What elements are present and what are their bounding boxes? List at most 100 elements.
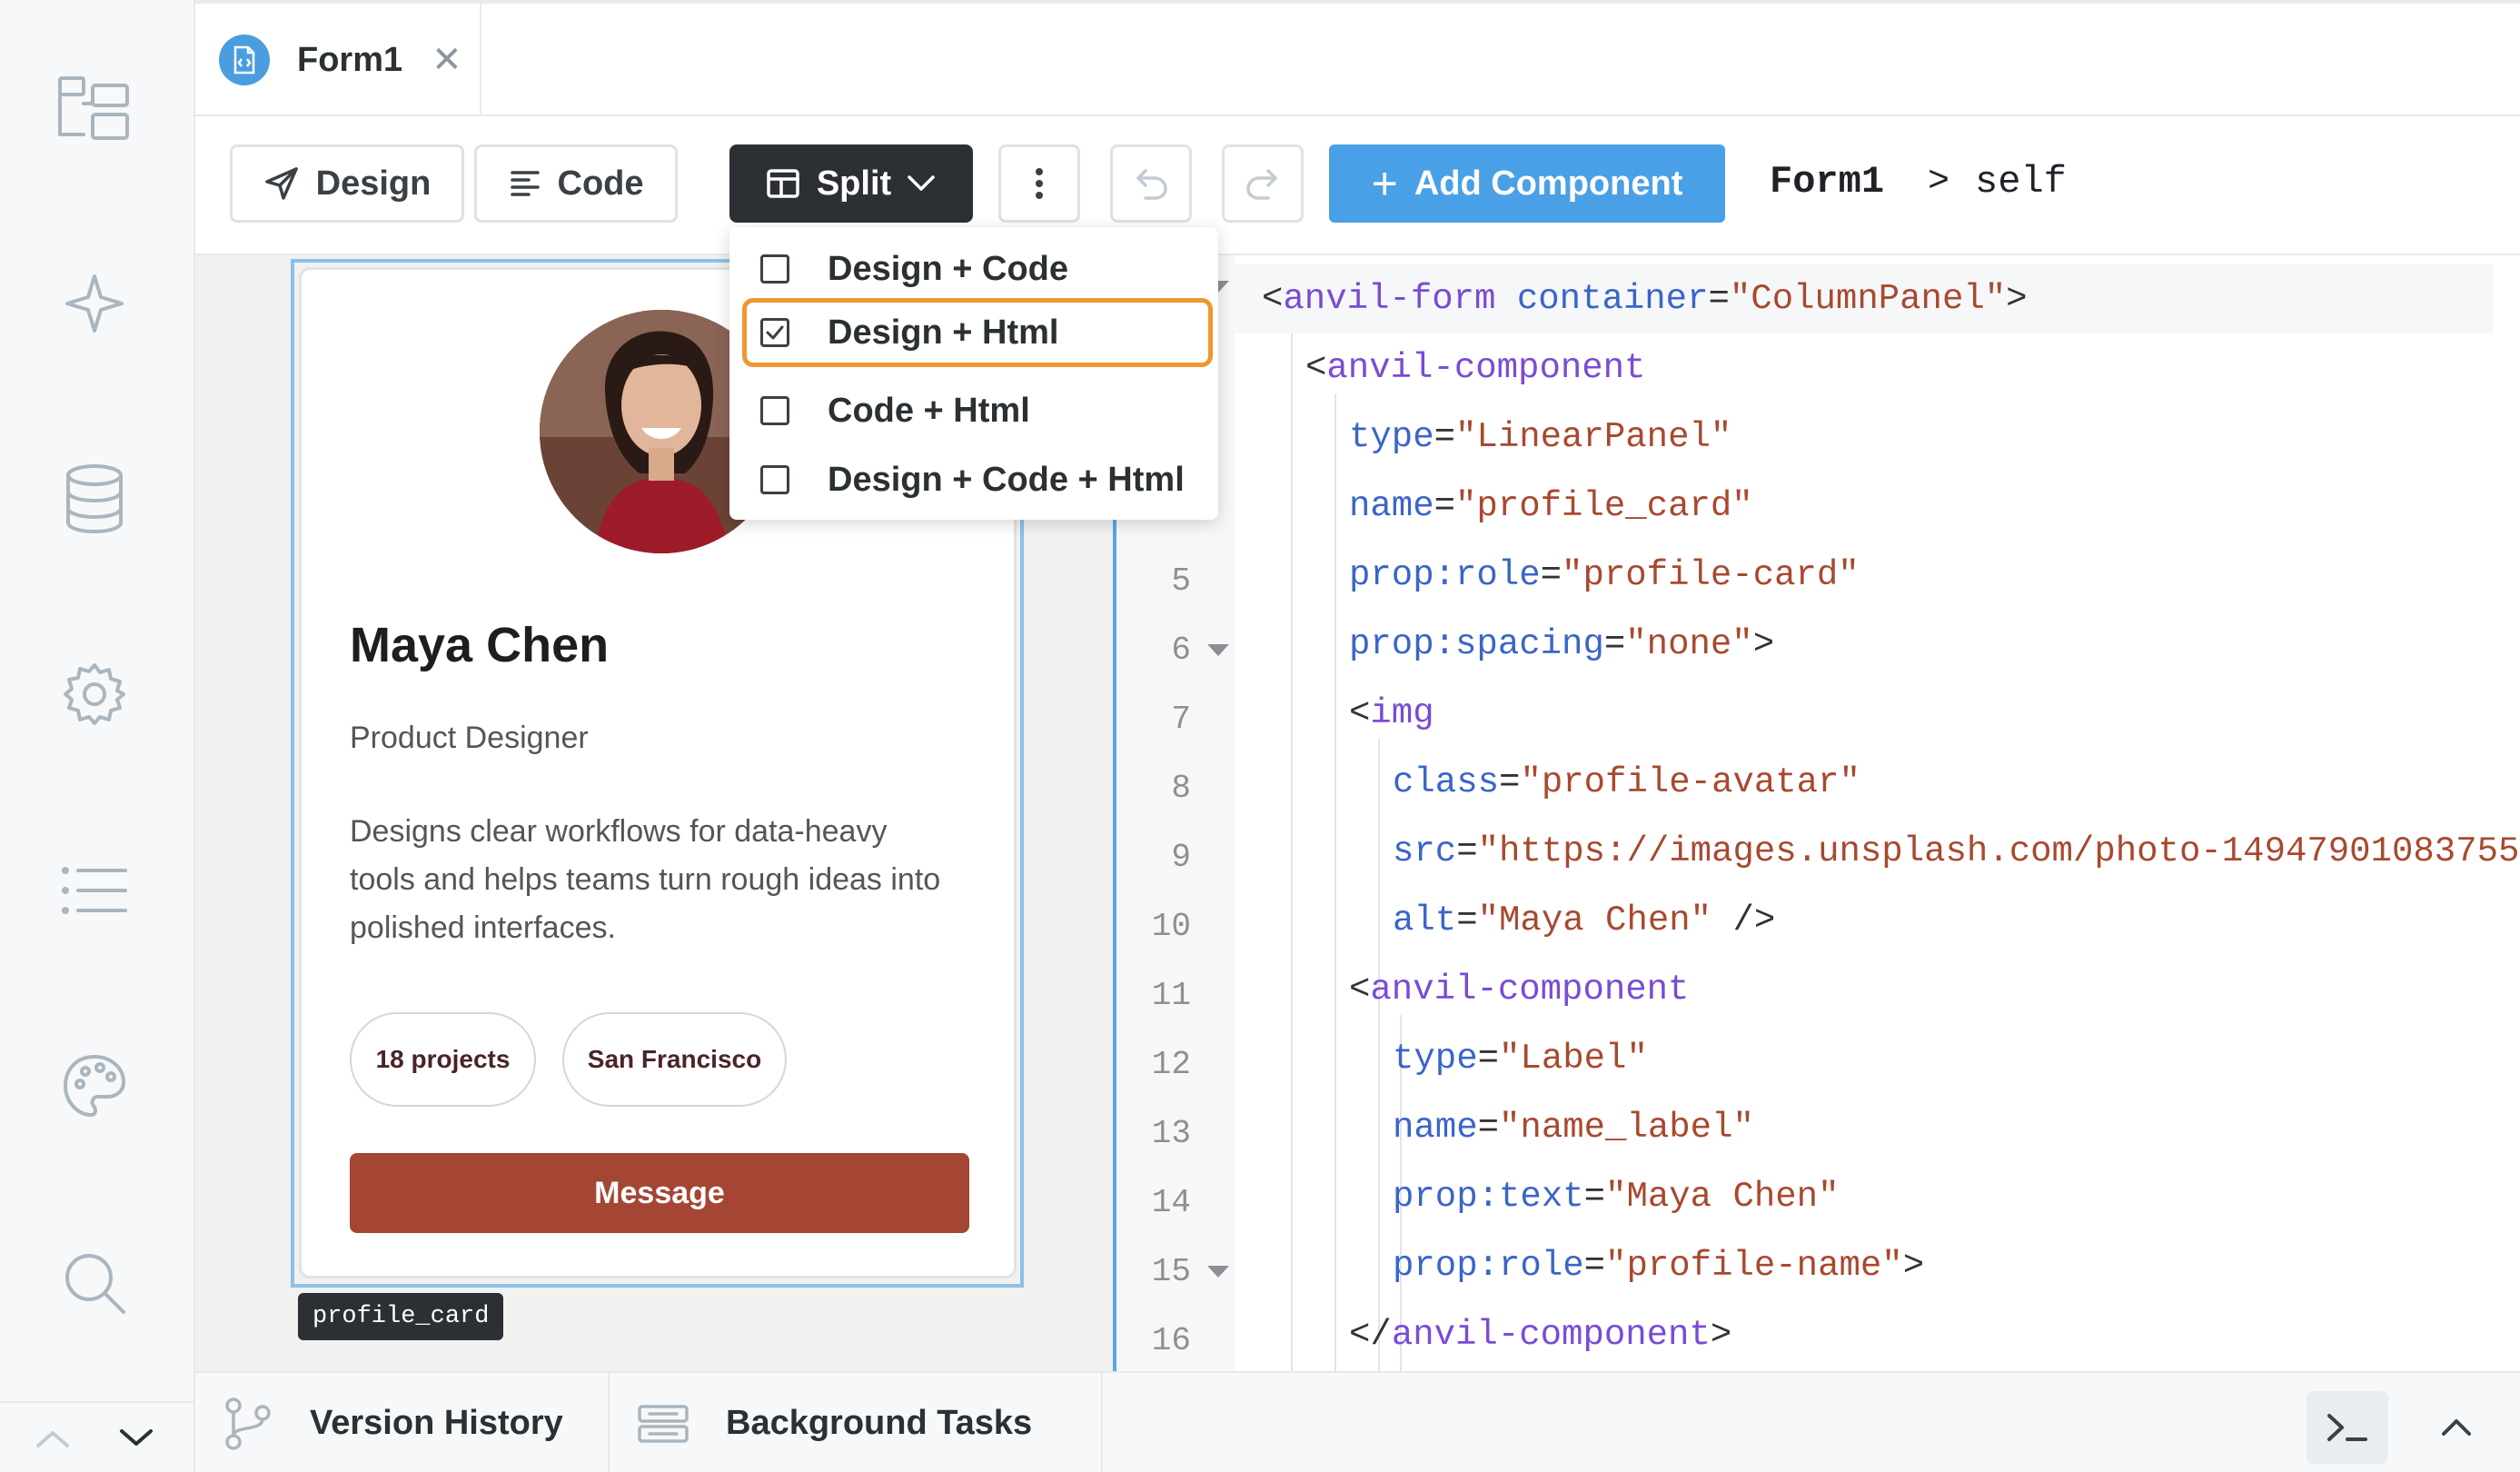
close-tab-icon[interactable]: ✕: [432, 39, 462, 81]
rail-footer: [0, 1401, 195, 1472]
search-icon[interactable]: [47, 1236, 142, 1330]
line-number: 13: [1151, 1114, 1191, 1152]
chevron-up-icon[interactable]: [25, 1416, 80, 1461]
menu-item-label: Code + Html: [828, 391, 1030, 430]
text-lines-icon: [510, 171, 540, 196]
breadcrumb-self[interactable]: self: [1975, 160, 2067, 204]
line-number: 11: [1151, 976, 1191, 1014]
background-tasks-tab[interactable]: Background Tasks: [610, 1373, 1103, 1472]
terminal-button[interactable]: [2307, 1391, 2388, 1464]
kebab-menu-icon: [1036, 168, 1043, 199]
checkbox[interactable]: [760, 465, 789, 494]
list-icon[interactable]: [47, 843, 142, 938]
chevron-down-icon: [908, 175, 935, 191]
tab-form1[interactable]: Form1 ✕: [195, 4, 481, 116]
code-line[interactable]: < anvil-form container = "ColumnPanel" >: [1235, 264, 2493, 333]
menu-item-label: Design + Code: [828, 249, 1068, 288]
background-tasks-label: Background Tasks: [726, 1404, 1033, 1442]
paper-plane-icon: [264, 167, 298, 200]
form-file-icon: [219, 35, 270, 85]
chevron-up-icon: [2442, 1419, 2471, 1436]
checkmark-icon: [766, 325, 784, 340]
code-line[interactable]: < img: [1235, 679, 1434, 748]
line-number: 5: [1171, 562, 1191, 600]
design-view-button[interactable]: Design: [230, 144, 464, 223]
app-structure-icon[interactable]: [47, 60, 142, 154]
breadcrumb: Form1 > self: [1770, 160, 2067, 204]
version-history-label: Version History: [310, 1404, 563, 1442]
undo-icon: [1136, 169, 1167, 200]
line-number: 9: [1171, 838, 1191, 876]
design-view-label: Design: [315, 164, 432, 203]
menu-item-design-code-html[interactable]: Design + Code + Html: [729, 445, 1218, 514]
code-line[interactable]: prop:spacing = "none" >: [1235, 610, 1774, 679]
tasks-stack-icon: [638, 1404, 689, 1443]
breadcrumb-form[interactable]: Form1: [1770, 160, 1884, 204]
expand-panel-button[interactable]: [2416, 1391, 2497, 1464]
line-number: 6: [1171, 631, 1191, 669]
editor-tab-bar: Form1 ✕: [195, 0, 2520, 116]
add-component-button[interactable]: + Add Component: [1329, 144, 1725, 223]
line-number: 12: [1151, 1045, 1191, 1083]
code-view-button[interactable]: Code: [474, 144, 678, 223]
breadcrumb-separator: >: [1928, 161, 1950, 203]
menu-item-code-html[interactable]: Code + Html: [729, 376, 1218, 445]
chevron-down-icon[interactable]: [109, 1416, 164, 1461]
undo-button[interactable]: [1110, 144, 1192, 223]
message-button[interactable]: Message: [350, 1153, 969, 1233]
split-view-button[interactable]: Split: [729, 144, 973, 223]
checkbox-checked[interactable]: [760, 318, 789, 347]
projects-chip: 18 projects: [350, 1012, 536, 1107]
line-number: 14: [1151, 1183, 1191, 1221]
git-branch-icon: [225, 1397, 271, 1450]
code-line[interactable]: < anvil-component: [1235, 333, 1645, 403]
html-code-editor[interactable]: < anvil-form container = "ColumnPanel" > < an…: [1235, 255, 2520, 1371]
redo-button[interactable]: [1222, 144, 1304, 223]
terminal-icon: [2327, 1414, 2367, 1441]
checkbox[interactable]: [760, 396, 789, 425]
line-number: 15: [1151, 1252, 1191, 1290]
code-line[interactable]: name = "profile_card": [1235, 472, 1753, 541]
add-component-label: Add Component: [1414, 164, 1683, 203]
fold-arrow-icon[interactable]: [1207, 1266, 1229, 1278]
database-icon[interactable]: [47, 452, 142, 546]
tab-label: Form1: [297, 40, 403, 79]
split-mode-menu: Design + Code Design + Html Code + Html …: [729, 227, 1218, 520]
line-number: 7: [1171, 700, 1191, 738]
fold-arrow-icon[interactable]: [1207, 644, 1229, 656]
code-line[interactable]: src = "https://images.unsplash.com/photo-1…: [1235, 817, 2520, 886]
settings-gear-icon[interactable]: [47, 647, 142, 741]
code-line[interactable]: prop:role = "profile-name" >: [1235, 1231, 1924, 1300]
menu-item-design-code[interactable]: Design + Code: [729, 234, 1218, 303]
checkbox[interactable]: [760, 254, 789, 283]
plus-icon: +: [1371, 158, 1398, 209]
more-options-button[interactable]: [998, 144, 1080, 223]
menu-item-label: Design + Html: [828, 313, 1059, 352]
code-view-label: Code: [557, 164, 644, 203]
redo-icon: [1246, 169, 1277, 200]
code-line[interactable]: </anvil-component >: [1235, 1300, 1731, 1369]
code-line[interactable]: prop:text = "Maya Chen": [1235, 1162, 1840, 1231]
menu-item-design-html[interactable]: Design + Html: [742, 298, 1213, 367]
line-number: 8: [1171, 769, 1191, 807]
palette-icon[interactable]: [47, 1039, 142, 1133]
code-line[interactable]: class = "profile-avatar": [1235, 748, 1860, 817]
version-history-tab[interactable]: Version History: [195, 1373, 610, 1472]
bottom-panel-bar: Version History Background Tasks: [195, 1371, 2520, 1472]
sparkle-icon[interactable]: [47, 256, 142, 351]
profile-role: Product Designer: [350, 721, 589, 755]
editor-toolbar: Design Code Split + Add Component Form1 …: [195, 116, 2520, 255]
left-sidebar: [0, 0, 195, 1472]
selected-component-tag: profile_card: [298, 1293, 504, 1340]
profile-name: Maya Chen: [350, 618, 610, 672]
split-view-label: Split: [816, 164, 892, 203]
code-line[interactable]: prop:role = "profile-card": [1235, 541, 1860, 610]
code-line[interactable]: name = "name_label": [1235, 1093, 1754, 1162]
code-line[interactable]: < anvil-component: [1235, 955, 1689, 1024]
code-line[interactable]: alt = "Maya Chen" />: [1235, 886, 1775, 955]
split-layout-icon: [767, 169, 799, 198]
code-line[interactable]: type = "Label": [1235, 1024, 1648, 1093]
code-line[interactable]: type = "LinearPanel": [1235, 403, 1731, 472]
line-number: 16: [1151, 1321, 1191, 1359]
menu-item-label: Design + Code + Html: [828, 460, 1185, 499]
